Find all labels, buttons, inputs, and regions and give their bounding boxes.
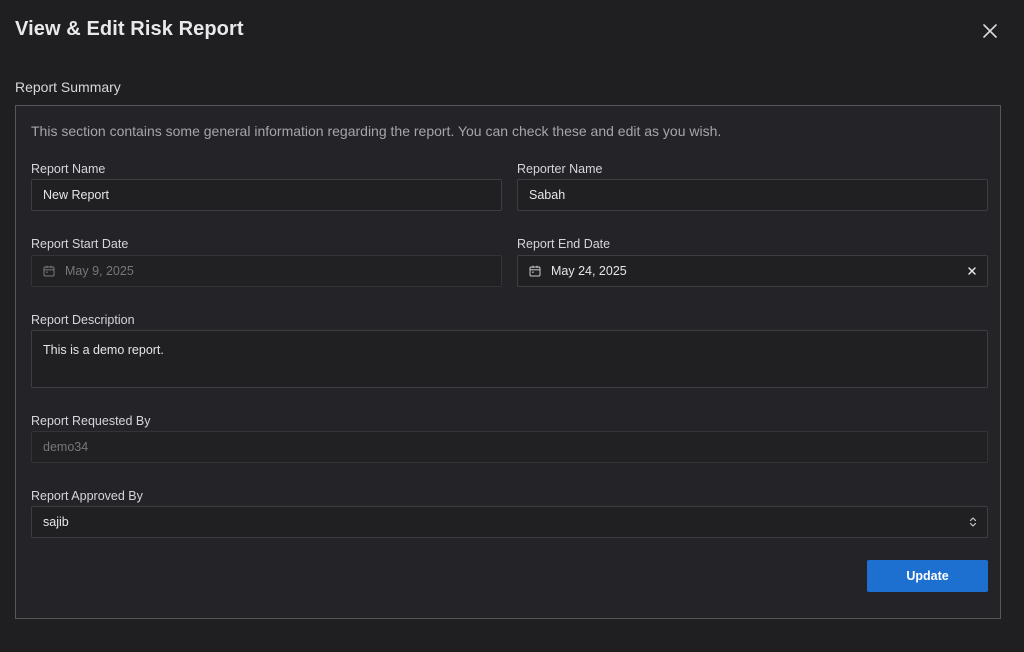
report-name-value: New Report: [43, 188, 109, 202]
chevron-up-down-icon: [969, 517, 977, 527]
description-value: This is a demo report.: [43, 343, 164, 357]
approved-by-label: Report Approved By: [31, 489, 143, 503]
end-date-value: May 24, 2025: [551, 264, 627, 278]
reporter-name-label: Reporter Name: [517, 162, 603, 176]
section-title: Report Summary: [15, 79, 121, 95]
approved-by-select[interactable]: sajib: [31, 506, 988, 538]
section-description: This section contains some general infor…: [31, 123, 722, 139]
calendar-icon: [43, 265, 55, 277]
modal-title: View & Edit Risk Report: [15, 18, 244, 40]
close-icon: [983, 24, 997, 38]
start-date-value: May 9, 2025: [65, 264, 134, 278]
approved-by-value: sajib: [43, 515, 69, 529]
update-button[interactable]: Update: [867, 560, 988, 592]
reporter-name-input[interactable]: Sabah: [517, 179, 988, 211]
reporter-name-value: Sabah: [529, 188, 566, 202]
start-date-picker[interactable]: May 9, 2025: [31, 255, 502, 287]
requested-by-label: Report Requested By: [31, 414, 151, 428]
calendar-icon: [529, 265, 541, 277]
report-summary-panel: This section contains some general infor…: [15, 105, 1001, 619]
report-name-label: Report Name: [31, 162, 106, 176]
report-name-input[interactable]: New Report: [31, 179, 502, 211]
close-button[interactable]: [979, 20, 1001, 42]
start-date-label: Report Start Date: [31, 237, 129, 251]
clear-icon[interactable]: [966, 265, 978, 277]
edit-report-modal: View & Edit Risk Report Report Summary T…: [0, 0, 1024, 652]
end-date-label: Report End Date: [517, 237, 611, 251]
requested-by-input[interactable]: demo34: [31, 431, 988, 463]
end-date-picker[interactable]: May 24, 2025: [517, 255, 988, 287]
description-textarea[interactable]: This is a demo report.: [31, 330, 988, 388]
requested-by-value: demo34: [43, 440, 89, 454]
description-label: Report Description: [31, 313, 135, 327]
